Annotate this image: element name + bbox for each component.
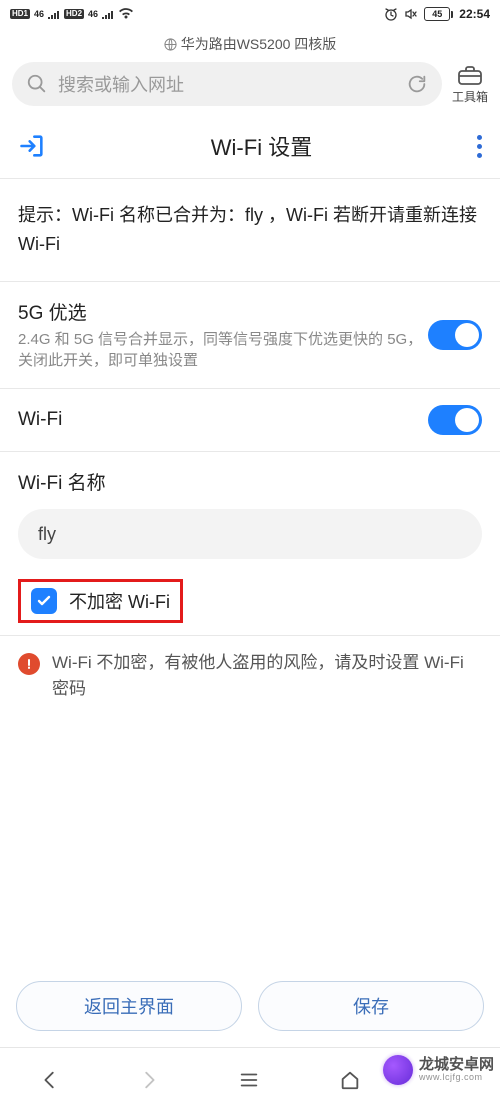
nav-back-icon[interactable]: [39, 1069, 61, 1091]
signal-1-label: 46: [34, 9, 44, 19]
search-icon: [26, 73, 48, 95]
more-icon[interactable]: [477, 135, 482, 158]
toolbox-icon: [457, 64, 483, 86]
hd2-icon: HD2: [64, 9, 84, 19]
mute-icon: [404, 7, 418, 21]
warning-row: Wi-Fi 不加密，有被他人盗用的风险，请及时设置 Wi-Fi 密码: [0, 636, 500, 715]
url-input[interactable]: 搜索或输入网址: [12, 62, 442, 106]
signal-2-label: 46: [88, 9, 98, 19]
globe-icon: [164, 38, 177, 51]
page-header: Wi-Fi 设置: [0, 116, 500, 179]
page-title: Wi-Fi 设置: [211, 130, 312, 162]
wifi-name-input[interactable]: fly: [18, 509, 482, 559]
wifi-icon: [118, 8, 134, 20]
watermark-title: 龙城安卓网: [419, 1057, 494, 1073]
setting-5g-preferred: 5G 优选 2.4G 和 5G 信号合并显示，同等信号强度下优选更快的 5G，关…: [0, 282, 500, 390]
hd1-icon: HD1: [10, 9, 30, 19]
wifi-name-value: fly: [38, 524, 56, 545]
battery-icon: 45: [424, 7, 453, 21]
refresh-icon[interactable]: [406, 73, 428, 95]
back-button[interactable]: 返回主界面: [16, 981, 242, 1031]
check-icon: [36, 593, 52, 609]
exit-icon[interactable]: [18, 132, 46, 160]
status-bar: HD1 46 HD2 46 45 22:54: [0, 0, 500, 28]
toolbox-label: 工具箱: [452, 88, 488, 105]
toolbox-button[interactable]: 工具箱: [452, 64, 488, 105]
browser-bar: 搜索或输入网址 工具箱: [0, 62, 500, 116]
toggle-5g[interactable]: [428, 320, 482, 350]
bottom-buttons: 返回主界面 保存: [0, 981, 500, 1031]
signal-2-icon: [102, 9, 114, 19]
save-button[interactable]: 保存: [258, 981, 484, 1031]
alarm-icon: [384, 7, 398, 21]
no-encrypt-checkbox[interactable]: [31, 588, 57, 614]
setting-wifi-label: Wi-Fi: [18, 409, 428, 431]
nav-home-icon[interactable]: [338, 1069, 362, 1091]
no-encrypt-label: 不加密 Wi-Fi: [69, 588, 170, 614]
watermark-logo-icon: [383, 1055, 413, 1085]
toggle-wifi[interactable]: [428, 405, 482, 435]
signal-1-icon: [48, 9, 60, 19]
nav-menu-icon[interactable]: [237, 1069, 261, 1091]
wifi-name-label: Wi-Fi 名称: [18, 468, 482, 495]
watermark: 龙城安卓网 www.lcjfg.com: [383, 1055, 494, 1085]
watermark-sub: www.lcjfg.com: [419, 1073, 494, 1082]
annotation-highlight: 不加密 Wi-Fi: [18, 579, 183, 623]
no-encrypt-row: 不加密 Wi-Fi: [0, 569, 500, 636]
wifi-name-section: Wi-Fi 名称 fly: [0, 452, 500, 569]
battery-level: 45: [432, 9, 442, 19]
nav-forward-icon[interactable]: [138, 1069, 160, 1091]
setting-5g-desc: 2.4G 和 5G 信号合并显示，同等信号强度下优选更快的 5G，关闭此开关，即…: [18, 329, 428, 373]
hint-text: 提示：Wi-Fi 名称已合并为：fly ，Wi-Fi 若断开请重新连接 Wi-F…: [0, 179, 500, 282]
setting-wifi: Wi-Fi: [0, 389, 500, 452]
browser-tab-title: 华为路由WS5200 四核版: [0, 28, 500, 62]
status-left: HD1 46 HD2 46: [10, 8, 134, 20]
warning-icon: [18, 653, 40, 675]
status-right: 45 22:54: [384, 7, 490, 21]
warning-text: Wi-Fi 不加密，有被他人盗用的风险，请及时设置 Wi-Fi 密码: [52, 650, 482, 701]
url-placeholder: 搜索或输入网址: [58, 71, 184, 97]
setting-5g-title: 5G 优选: [18, 298, 428, 325]
clock: 22:54: [459, 7, 490, 21]
